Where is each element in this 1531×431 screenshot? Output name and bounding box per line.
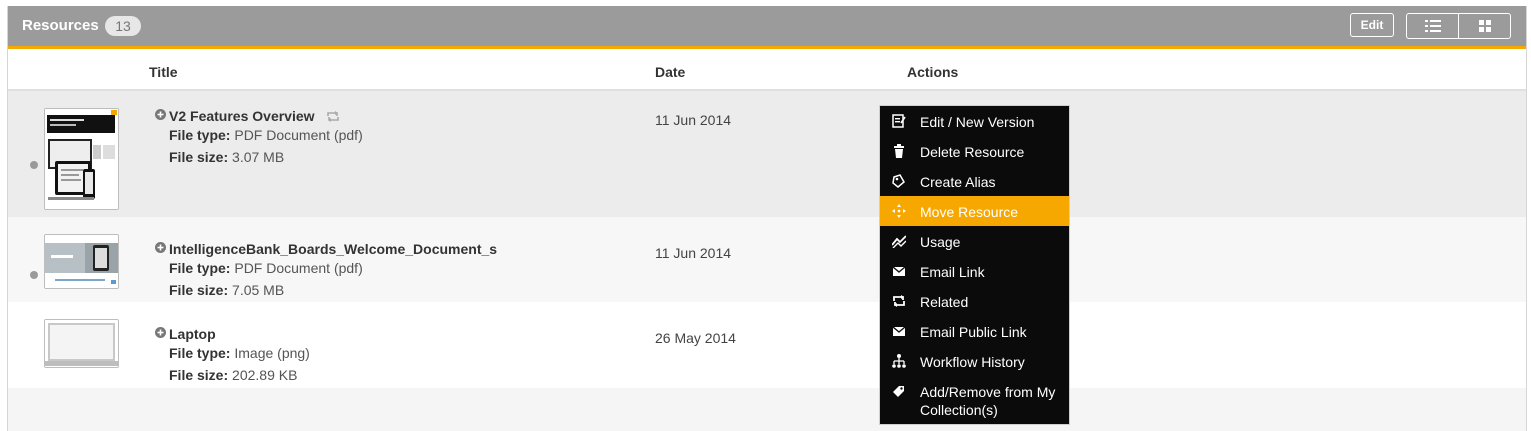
resource-title[interactable]: Laptop (169, 326, 216, 342)
column-header-title[interactable]: Title (149, 64, 178, 80)
grid-view-button[interactable] (1458, 14, 1510, 38)
view-toggle-group (1406, 13, 1511, 39)
usage-chart-icon (892, 235, 906, 248)
menu-item-email-public-link[interactable]: Email Public Link (880, 316, 1069, 346)
resource-date: 26 May 2014 (655, 330, 736, 346)
menu-item-label: Create Alias (920, 174, 996, 190)
list-view-button[interactable] (1407, 14, 1458, 38)
menu-item-label: Move Resource (920, 204, 1019, 220)
expand-plus-icon[interactable] (155, 242, 166, 253)
expand-plus-icon[interactable] (155, 109, 166, 120)
grid-view-icon (1478, 20, 1491, 32)
resource-title[interactable]: V2 Features Overview (169, 108, 315, 124)
menu-item-add-remove-collection[interactable]: Add/Remove from My Collection(s) (880, 376, 1069, 418)
menu-item-related[interactable]: Related (880, 286, 1069, 316)
resource-count-badge: 13 (105, 16, 141, 36)
edit-icon (892, 114, 906, 128)
menu-item-email-link[interactable]: Email Link (880, 256, 1069, 286)
file-type: File type: PDF Document (pdf) (169, 260, 363, 276)
list-view-icon (1424, 20, 1441, 32)
menu-item-move-resource[interactable]: Move Resource (880, 196, 1069, 226)
menu-item-edit-new-version[interactable]: Edit / New Version (880, 106, 1069, 136)
file-type: File type: Image (png) (169, 345, 310, 361)
menu-item-delete-resource[interactable]: Delete Resource (880, 136, 1069, 166)
file-type: File type: PDF Document (pdf) (169, 127, 363, 143)
file-size: File size: 7.05 MB (169, 282, 284, 298)
workflow-icon (892, 354, 906, 368)
file-size-label: File size: (169, 149, 229, 165)
file-size-label: File size: (169, 282, 229, 298)
resource-date: 11 Jun 2014 (655, 245, 732, 261)
file-type-value: PDF Document (pdf) (234, 260, 363, 276)
resource-thumbnail[interactable] (44, 108, 119, 210)
image-preview-icon (45, 320, 118, 367)
panel-title: Resources (22, 17, 99, 34)
file-size-value: 202.89 KB (232, 367, 298, 383)
pdf-preview-icon (45, 235, 118, 288)
table-row[interactable]: IntelligenceBank_Boards_Welcome_Document… (8, 217, 1526, 302)
menu-item-create-alias[interactable]: Create Alias (880, 166, 1069, 196)
file-type-value: PDF Document (pdf) (234, 127, 363, 143)
table-row[interactable]: V2 Features Overview File type: PDF Docu… (8, 91, 1526, 217)
file-size: File size: 3.07 MB (169, 149, 284, 165)
file-type-label: File type: (169, 260, 231, 276)
related-icon[interactable] (326, 111, 340, 122)
menu-item-label: Email Public Link (920, 324, 1027, 340)
column-header-actions: Actions (907, 64, 959, 80)
menu-item-label: Workflow History (920, 354, 1025, 370)
resource-thumbnail[interactable] (44, 319, 119, 368)
resource-date: 11 Jun 2014 (655, 112, 732, 128)
tag-icon (893, 386, 904, 397)
menu-item-usage[interactable]: Usage (880, 226, 1069, 256)
envelope-icon (892, 326, 906, 336)
file-size-value: 7.05 MB (232, 282, 285, 298)
trash-icon (894, 144, 904, 158)
status-dot (30, 271, 38, 279)
resource-thumbnail[interactable] (44, 234, 119, 289)
edit-button[interactable]: Edit (1350, 13, 1394, 37)
menu-item-label: Add/Remove from My Collection(s) (920, 384, 1056, 418)
menu-item-label: Usage (920, 234, 961, 250)
resources-panel: Resources 13 Edit Title Date Actions V2 … (7, 6, 1527, 431)
pdf-preview-icon (45, 109, 118, 209)
file-type-label: File type: (169, 345, 231, 361)
resource-title[interactable]: IntelligenceBank_Boards_Welcome_Document… (169, 241, 497, 257)
menu-item-label: Delete Resource (920, 144, 1025, 160)
menu-item-label: Email Link (920, 264, 985, 280)
related-icon (893, 295, 905, 307)
menu-item-label: Related (920, 294, 969, 310)
expand-plus-icon[interactable] (155, 327, 166, 338)
status-dot (30, 161, 38, 169)
file-size: File size: 202.89 KB (169, 367, 297, 383)
file-size-label: File size: (169, 367, 229, 383)
column-header-date[interactable]: Date (655, 64, 685, 80)
file-type-value: Image (png) (234, 345, 310, 361)
move-icon (892, 204, 906, 218)
file-type-label: File type: (169, 127, 231, 143)
file-size-value: 3.07 MB (232, 149, 285, 165)
table-empty-area (8, 388, 1526, 431)
alias-icon (892, 174, 905, 188)
table-row[interactable]: Laptop File type: Image (png) File size:… (8, 302, 1526, 388)
panel-header: Resources 13 Edit (8, 6, 1526, 49)
menu-item-workflow-history[interactable]: Workflow History (880, 346, 1069, 376)
menu-item-label: Edit / New Version (920, 114, 1035, 130)
actions-menu: Edit / New Version Delete Resource Creat… (879, 105, 1070, 425)
envelope-icon (892, 266, 906, 276)
